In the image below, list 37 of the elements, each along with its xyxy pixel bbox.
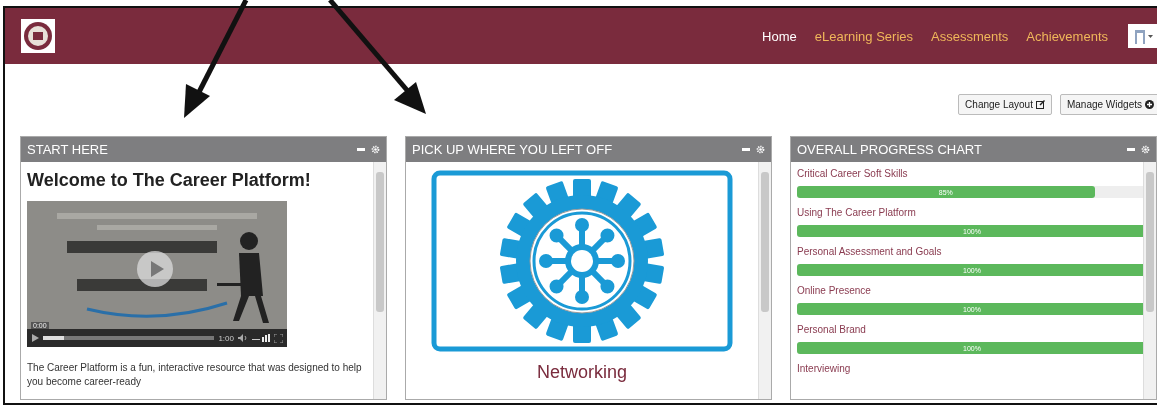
nav-link[interactable]: eLearning Series bbox=[814, 28, 914, 44]
avatar-icon bbox=[1132, 28, 1154, 44]
play-icon[interactable] bbox=[31, 334, 39, 342]
seek-bar[interactable] bbox=[43, 336, 215, 340]
welcome-heading: Welcome to The Career Platform! bbox=[27, 170, 312, 191]
nav-link[interactable]: Home bbox=[762, 28, 797, 44]
change-layout-button[interactable]: Change Layout bbox=[958, 94, 1052, 115]
settings-icon[interactable] bbox=[1141, 145, 1150, 154]
edit-icon bbox=[1035, 100, 1045, 109]
course-name[interactable]: Critical Career Soft Skills bbox=[797, 168, 1137, 179]
widget-title: START HERE bbox=[27, 142, 109, 157]
scrollbar[interactable] bbox=[373, 162, 386, 399]
user-menu[interactable] bbox=[1128, 24, 1157, 48]
course-name[interactable]: Using The Career Platform bbox=[797, 207, 1137, 218]
gear-network-drawing[interactable] bbox=[431, 170, 733, 352]
nav-link[interactable]: Achievements bbox=[1026, 28, 1108, 44]
fullscreen-icon[interactable] bbox=[274, 333, 283, 343]
course-name[interactable]: Online Presence bbox=[797, 285, 1137, 296]
course-name[interactable]: Interviewing bbox=[797, 363, 1137, 374]
settings-icon[interactable] bbox=[756, 145, 765, 154]
intro-paragraph: The Career Platform is a fun, interactive resource that was designed to help you become career-ready bbox=[27, 361, 363, 388]
volume-icon[interactable] bbox=[238, 334, 248, 342]
module-title[interactable]: Networking bbox=[536, 362, 627, 383]
scrollbar[interactable] bbox=[1143, 162, 1156, 399]
video-duration: 1:00 bbox=[218, 333, 234, 343]
play-icon[interactable] bbox=[137, 251, 173, 287]
nav-link[interactable]: Assessments bbox=[931, 28, 1009, 44]
manage-widgets-button[interactable]: Manage Widgets bbox=[1059, 94, 1157, 115]
course-name[interactable]: Personal Assessment and Goals bbox=[797, 246, 1137, 257]
volume-level-icon[interactable] bbox=[252, 334, 270, 342]
settings-icon[interactable] bbox=[371, 145, 380, 154]
seal-logo[interactable] bbox=[21, 19, 55, 53]
scrollbar[interactable] bbox=[758, 162, 771, 399]
widget-title: OVERALL PROGRESS CHART bbox=[797, 142, 983, 157]
widget-title: PICK UP WHERE YOU LEFT OFF bbox=[412, 142, 614, 157]
course-name[interactable]: Personal Brand bbox=[797, 324, 1137, 335]
add-icon bbox=[1145, 100, 1154, 109]
